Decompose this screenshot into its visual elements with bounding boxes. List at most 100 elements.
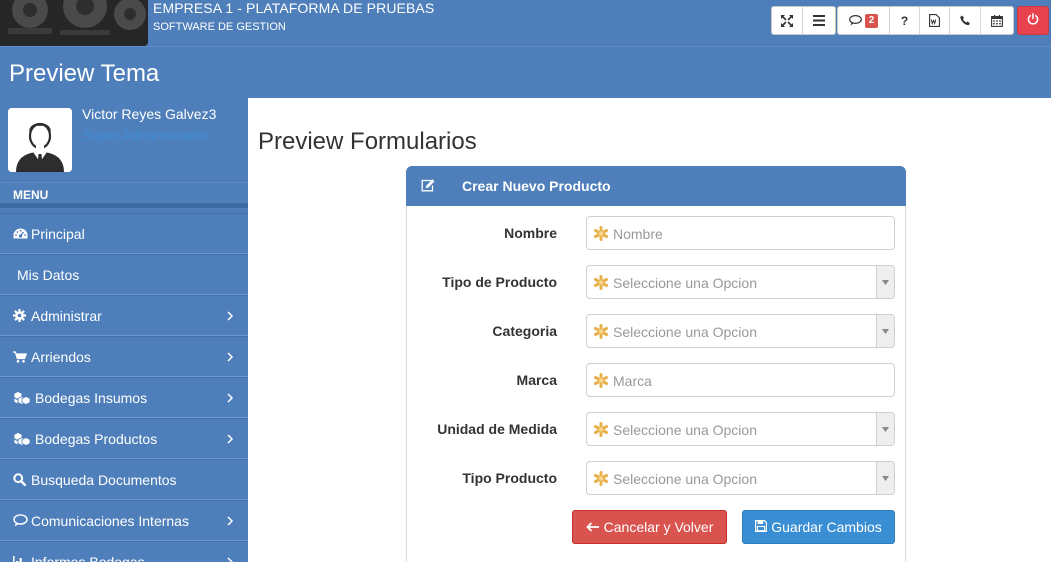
list-icon — [813, 15, 825, 26]
caret-down-icon[interactable] — [876, 315, 894, 347]
power-icon — [1027, 12, 1039, 30]
select-placeholder: Seleccione una Opcion — [613, 324, 757, 340]
avatar[interactable] — [8, 108, 72, 172]
chevron-right-icon — [227, 308, 234, 324]
form-row-tipo-producto: Tipo Producto Seleccione una Opcion — [407, 461, 907, 495]
form-row-marca: Marca Marca — [407, 363, 907, 397]
caret-down-icon[interactable] — [876, 266, 894, 298]
sidebar-item-label: Administrar — [31, 307, 102, 324]
sidebar-item-informes-bodegas[interactable]: Informes Bodegas — [0, 541, 248, 562]
menu-toggle-button[interactable] — [803, 7, 835, 34]
user-profile: Victor Reyes Galvez3 Super Administrador — [0, 98, 248, 183]
search-icon — [13, 473, 29, 486]
messages-button[interactable]: 2 — [838, 7, 890, 34]
panel-header: Crear Nuevo Producto — [406, 166, 906, 206]
sidebar-item-busqueda-documentos[interactable]: Busqueda Documentos — [0, 459, 248, 500]
chevron-right-icon — [227, 390, 234, 406]
chevron-right-icon — [227, 349, 234, 365]
sidebar-item-administrar[interactable]: Administrar — [0, 295, 248, 336]
sidebar-item-mis-datos[interactable]: Mis Datos — [0, 254, 248, 295]
user-role: Super Administrador — [82, 127, 209, 143]
asterisk-icon — [593, 324, 609, 344]
input-placeholder: Marca — [613, 373, 652, 389]
sidebar-item-label: Comunicaciones Internas — [31, 512, 189, 529]
product-form-panel: Crear Nuevo Producto Nombre Nombre Tipo … — [406, 166, 906, 562]
field-label: Tipo de Producto — [442, 274, 557, 290]
toolbar-group-view — [771, 6, 836, 35]
asterisk-icon — [593, 422, 609, 442]
menu-heading: MENU — [0, 182, 248, 208]
cancel-button-label: Cancelar y Volver — [603, 519, 714, 535]
caret-down-icon[interactable] — [876, 413, 894, 445]
select-placeholder: Seleccione una Opcion — [613, 471, 757, 487]
asterisk-icon — [593, 373, 609, 393]
sidebar-item-label: Bodegas Insumos — [35, 389, 148, 406]
sidebar-menu: Principal Mis Datos Administrar Arriendo… — [0, 213, 248, 562]
unidad-de-medida-select[interactable]: Seleccione una Opcion — [586, 412, 895, 446]
sidebar-item-comunicaciones-internas[interactable]: Comunicaciones Internas — [0, 500, 248, 541]
sidebar-item-label: Informes Bodegas — [31, 553, 145, 562]
edit-icon — [421, 179, 435, 195]
sidebar-item-arriendos[interactable]: Arriendos — [0, 336, 248, 377]
save-button[interactable]: Guardar Cambios — [742, 510, 895, 544]
form-row-nombre: Nombre Nombre — [407, 216, 907, 250]
field-label: Tipo Producto — [462, 470, 557, 486]
sidebar-item-bodegas-productos[interactable]: Bodegas Productos — [0, 418, 248, 459]
save-button-label: Guardar Cambios — [771, 519, 882, 535]
nombre-input[interactable]: Nombre — [586, 216, 895, 250]
page-title-bar: Preview Tema — [0, 46, 1051, 98]
calendar-icon — [991, 14, 1003, 27]
field-label: Nombre — [504, 225, 557, 241]
form-row-tipo-de-producto: Tipo de Producto Seleccione una Opcion — [407, 265, 907, 299]
form-row-unidad-de-medida: Unidad de Medida Seleccione una Opcion — [407, 412, 907, 446]
expand-icon — [781, 14, 793, 27]
sidebar: Victor Reyes Galvez3 Super Administrador… — [0, 98, 248, 562]
user-name: Victor Reyes Galvez3 — [82, 106, 217, 122]
tipo-de-producto-select[interactable]: Seleccione una Opcion — [586, 265, 895, 299]
phone-icon — [959, 15, 971, 26]
tipo-producto-select[interactable]: Seleccione una Opcion — [586, 461, 895, 495]
marca-input[interactable]: Marca — [586, 363, 895, 397]
caret-down-icon[interactable] — [876, 462, 894, 494]
phone-button[interactable] — [950, 7, 981, 34]
comment-icon — [848, 15, 862, 26]
messages-count-badge: 2 — [864, 13, 879, 28]
cubes-icon — [13, 390, 33, 405]
chevron-right-icon — [227, 513, 234, 529]
fullscreen-button[interactable] — [772, 7, 803, 34]
toolbar-group-tools: 2 ? — [837, 6, 1014, 35]
sidebar-item-bodegas-insumos[interactable]: Bodegas Insumos — [0, 377, 248, 418]
comment-icon — [13, 514, 29, 527]
select-placeholder: Seleccione una Opcion — [613, 422, 757, 438]
select-placeholder: Seleccione una Opcion — [613, 275, 757, 291]
arrow-left-icon — [585, 519, 604, 535]
asterisk-icon — [593, 226, 609, 246]
floppy-disk-icon — [755, 519, 771, 535]
page-title: Preview Tema — [9, 60, 160, 87]
company-subtitle: SOFTWARE DE GESTION — [153, 21, 286, 33]
form-row-categoria: Categoria Seleccione una Opcion — [407, 314, 907, 348]
question-icon: ? — [900, 13, 909, 28]
field-label: Categoria — [492, 323, 557, 339]
sidebar-item-label: Mis Datos — [17, 266, 80, 283]
help-button[interactable]: ? — [890, 7, 920, 34]
company-logo[interactable] — [0, 0, 148, 46]
sidebar-item-label: Principal — [31, 225, 85, 242]
cancel-button[interactable]: Cancelar y Volver — [572, 510, 727, 544]
sidebar-item-label: Bodegas Productos — [35, 430, 158, 447]
calendar-button[interactable] — [981, 7, 1013, 34]
logout-button[interactable] — [1017, 6, 1049, 35]
categoria-select[interactable]: Seleccione una Opcion — [586, 314, 895, 348]
word-document-button[interactable] — [920, 7, 950, 34]
chevron-right-icon — [227, 431, 234, 447]
sidebar-item-principal[interactable]: Principal — [0, 213, 248, 254]
sidebar-item-label: Busqueda Documentos — [31, 471, 177, 488]
asterisk-icon — [593, 471, 609, 491]
word-file-icon — [929, 14, 940, 27]
dashboard-icon — [13, 228, 29, 240]
cart-icon — [13, 350, 29, 363]
panel-title: Crear Nuevo Producto — [462, 178, 611, 194]
input-placeholder: Nombre — [613, 226, 663, 242]
sidebar-item-label: Arriendos — [31, 348, 91, 365]
cubes-icon — [13, 431, 33, 446]
